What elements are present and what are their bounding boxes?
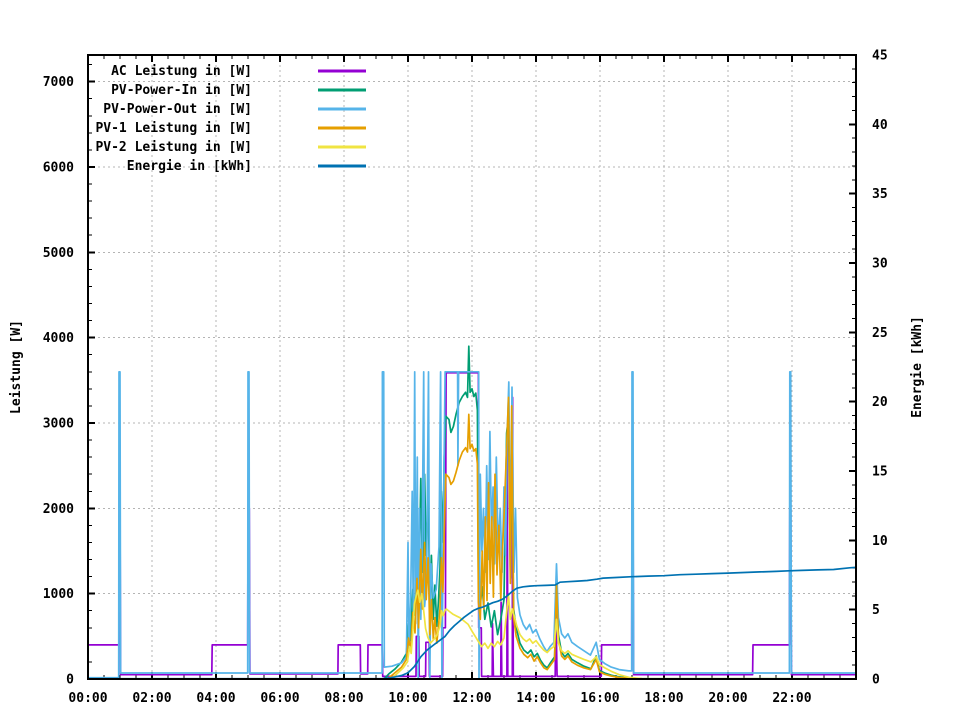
y-left-tick-label: 2000 (43, 502, 74, 517)
y-left-tick-label: 6000 (43, 160, 74, 175)
x-tick-label: 04:00 (196, 691, 235, 706)
y-left-tick-label: 4000 (43, 331, 74, 346)
y-left-tick-label: 0 (66, 673, 74, 688)
y-right-tick-label: 5 (872, 603, 880, 618)
legend-label: PV-1 Leistung in [W] (95, 121, 252, 136)
y-right-axis-label: Energie [kWh] (910, 316, 925, 418)
x-tick-label: 02:00 (132, 691, 171, 706)
x-tick-label: 00:00 (68, 691, 107, 706)
x-tick-label: 12:00 (452, 691, 491, 706)
y-left-tick-label: 5000 (43, 246, 74, 261)
y-right-tick-label: 15 (872, 465, 888, 480)
legend-label: PV-Power-Out in [W] (103, 102, 252, 117)
y-right-tick-label: 40 (872, 118, 888, 133)
chart-figure: Tagesdiagramm vom 2023-12-12 00:0002:000… (0, 0, 960, 720)
y-right-tick-label: 35 (872, 187, 888, 202)
x-tick-label: 22:00 (772, 691, 811, 706)
y-left-tick-label: 1000 (43, 587, 74, 602)
legend-label: PV-2 Leistung in [W] (95, 140, 252, 155)
x-tick-label: 14:00 (516, 691, 555, 706)
chart-canvas: 00:00 02:00 04:00 06:00 08:00 10:00 12:00 14:00… (0, 0, 960, 720)
x-tick-label: 10:00 (388, 691, 427, 706)
y-right-tick-label: 20 (872, 395, 888, 410)
legend-label: Energie in [kWh] (127, 159, 252, 174)
x-tick-label: 06:00 (260, 691, 299, 706)
y-left-tick-label: 7000 (43, 75, 74, 90)
y-right-tick-label: 25 (872, 326, 888, 341)
legend-label: AC Leistung in [W] (111, 64, 252, 79)
y-left-tick-label: 3000 (43, 416, 74, 431)
y-left-axis-label: Leistung [W] (9, 320, 24, 414)
x-tick-label: 16:00 (580, 691, 619, 706)
x-tick-label: 08:00 (324, 691, 363, 706)
x-tick-label: 20:00 (708, 691, 747, 706)
y-right-tick-label: 0 (872, 673, 880, 688)
legend-label: PV-Power-In in [W] (111, 83, 252, 98)
y-right-tick-label: 10 (872, 534, 888, 549)
y-right-tick-label: 45 (872, 49, 888, 64)
y-right-tick-label: 30 (872, 257, 888, 272)
x-tick-label: 18:00 (644, 691, 683, 706)
